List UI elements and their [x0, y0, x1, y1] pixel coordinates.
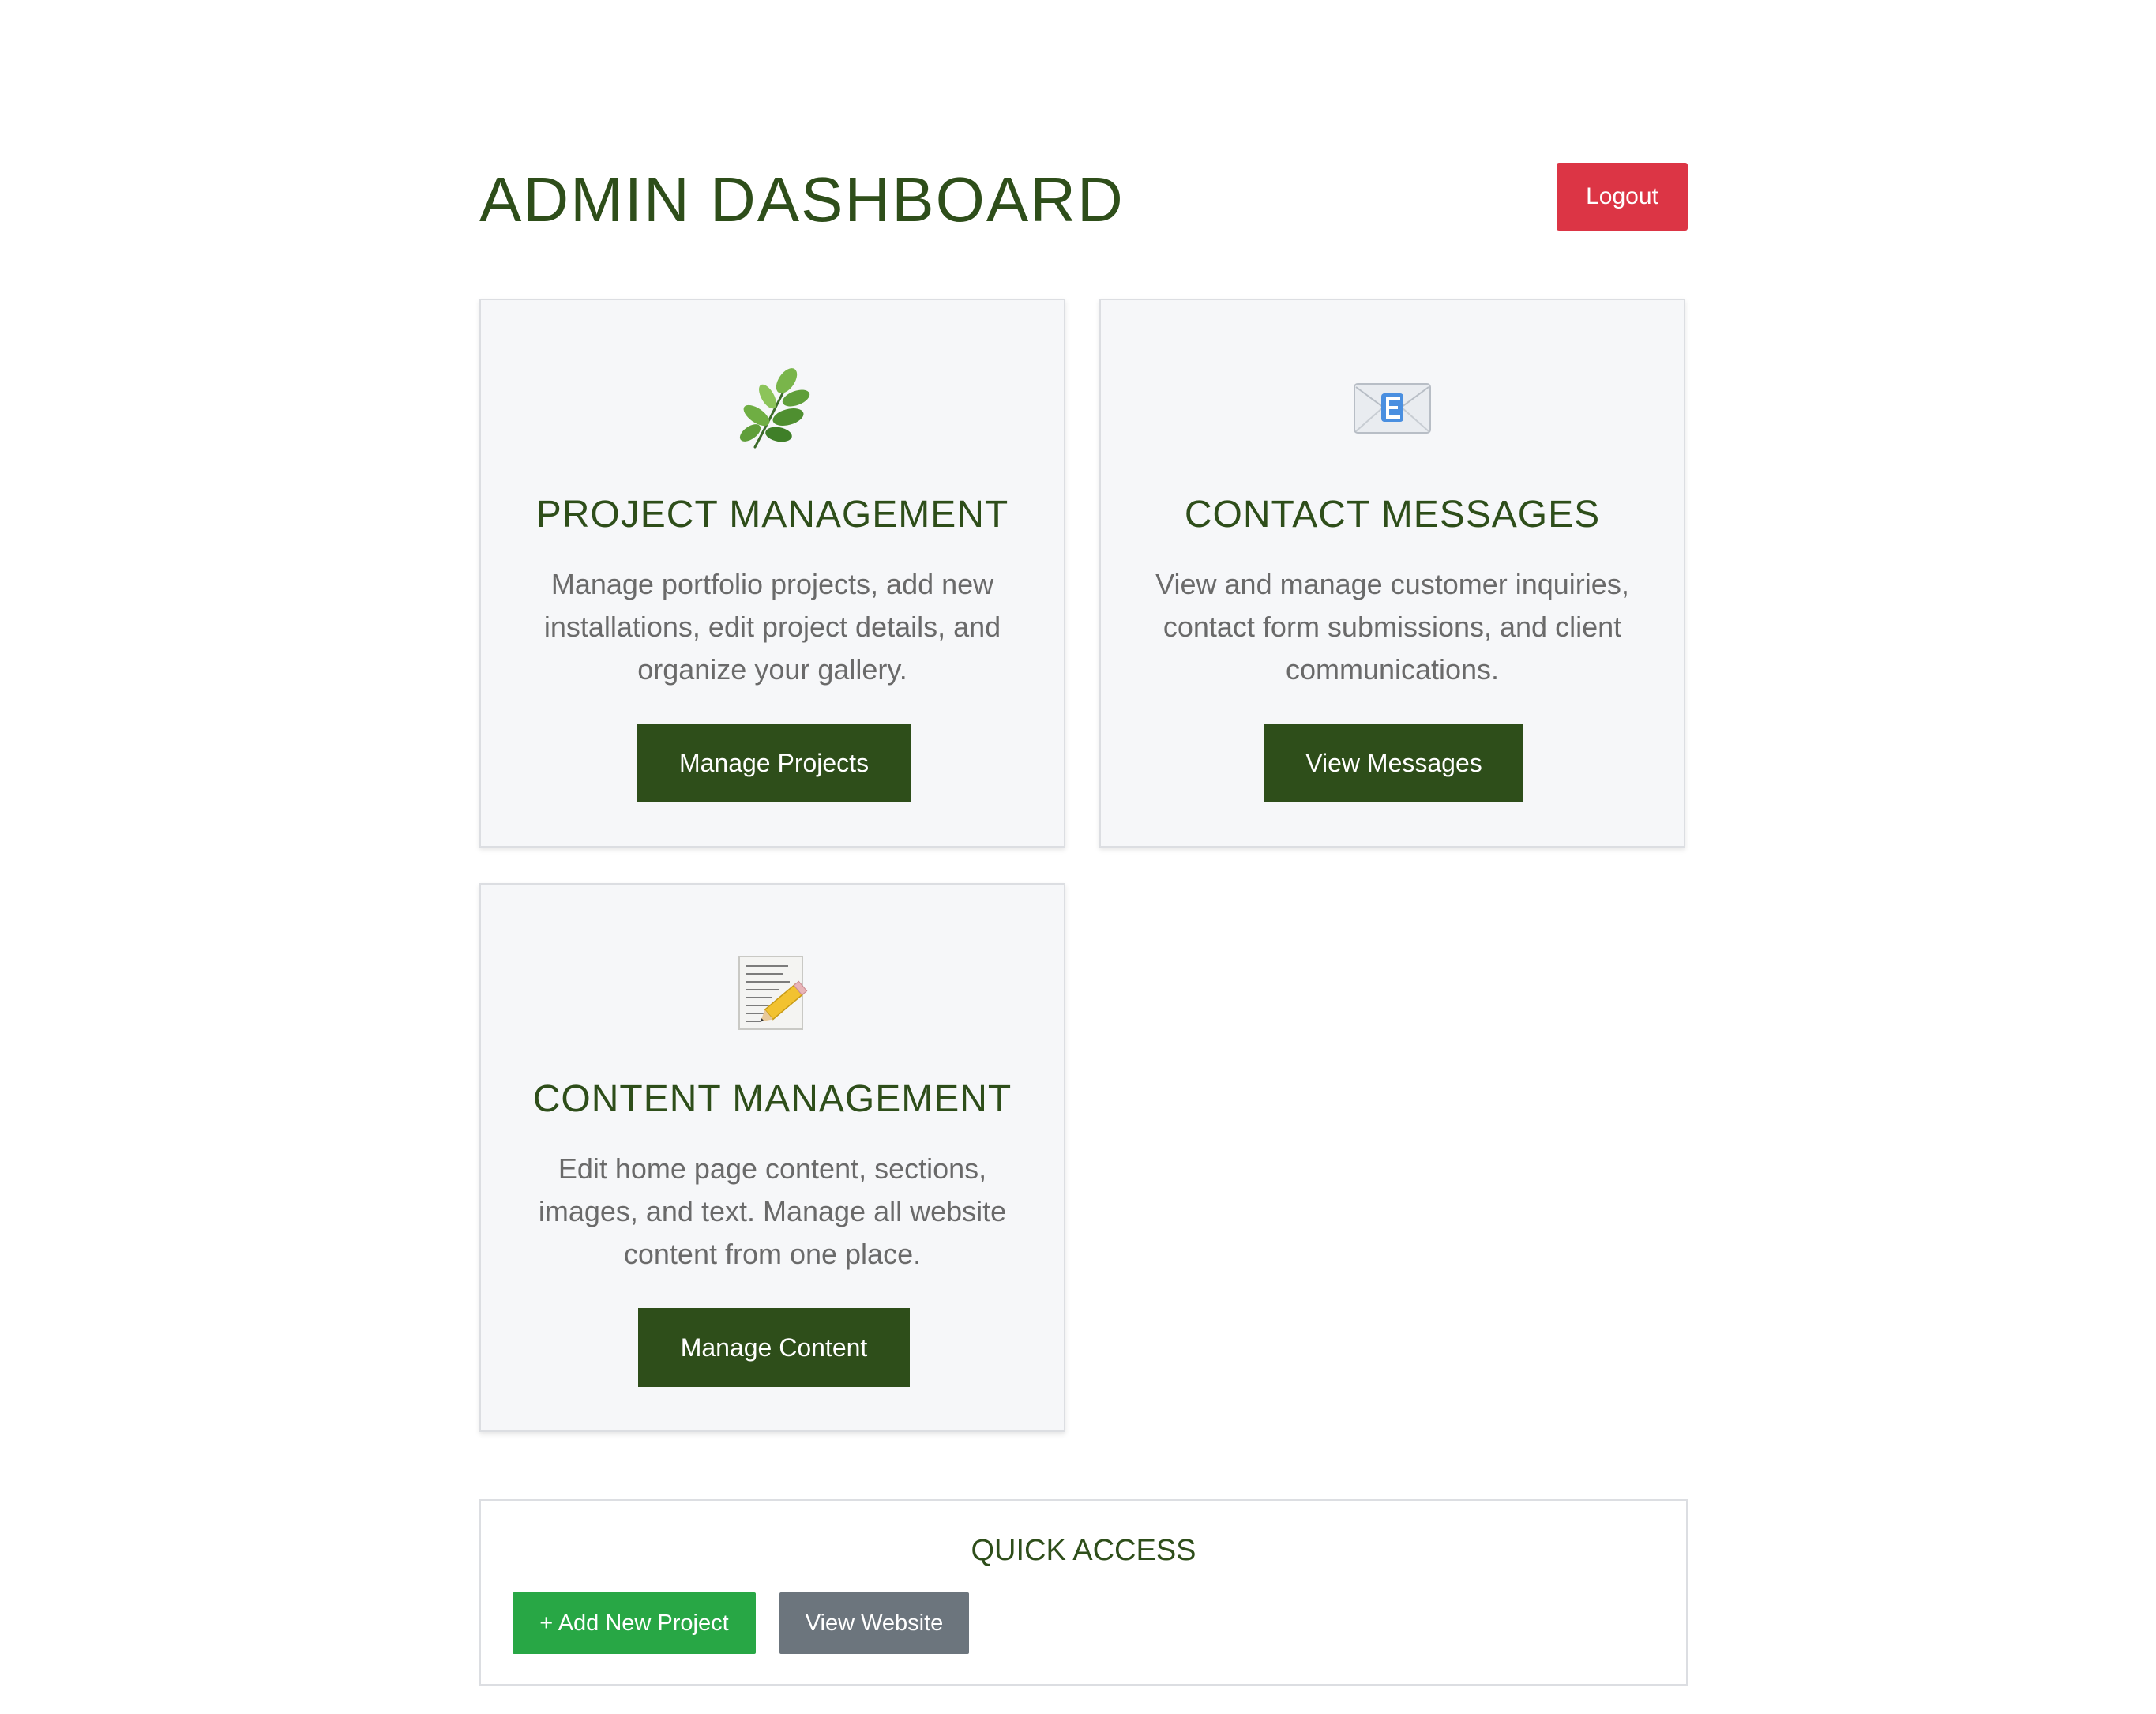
card-description: Manage portfolio projects, add new insta…: [543, 568, 1001, 686]
card-description: Edit home page content, sections, images…: [538, 1152, 1007, 1270]
add-new-project-button[interactable]: + Add New Project: [513, 1592, 756, 1654]
page-title: ADMIN DASHBOARD: [479, 164, 1125, 235]
project-management-card: PROJECT MANAGEMENT Manage portfolio proj…: [479, 299, 1065, 848]
content-management-card: CONTENT MANAGEMENT Edit home page conten…: [479, 883, 1065, 1432]
dashboard-header: ADMIN DASHBOARD Logout: [479, 158, 1688, 245]
view-website-button[interactable]: View Website: [779, 1592, 969, 1654]
manage-projects-button[interactable]: Manage Projects: [637, 724, 911, 802]
quick-access-panel: QUICK ACCESS + Add New Project View Webs…: [479, 1499, 1688, 1686]
card-description: View and manage customer inquiries, cont…: [1155, 568, 1629, 686]
contact-messages-card: CONTACT MESSAGES View and manage custome…: [1099, 299, 1685, 848]
card-title: PROJECT MANAGEMENT: [535, 494, 1009, 536]
leaf-icon: [481, 365, 1064, 452]
card-title: CONTENT MANAGEMENT: [532, 1078, 1012, 1120]
card-title: CONTACT MESSAGES: [1184, 494, 1601, 536]
view-messages-button[interactable]: View Messages: [1264, 724, 1523, 802]
envelope-icon: [1101, 365, 1684, 452]
manage-content-button[interactable]: Manage Content: [638, 1308, 910, 1387]
memo-pencil-icon: [481, 949, 1064, 1036]
logout-button[interactable]: Logout: [1557, 163, 1688, 231]
quick-access-title: QUICK ACCESS: [971, 1534, 1196, 1567]
